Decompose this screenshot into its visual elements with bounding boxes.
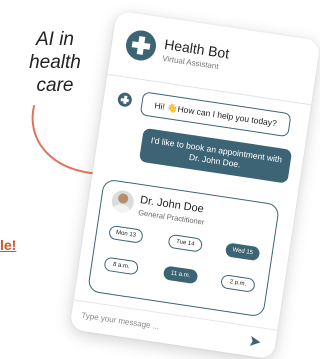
time-chip-2pm[interactable]: 2 p.m.: [220, 273, 256, 293]
cropped-link-text[interactable]: le!: [0, 237, 16, 253]
date-chip-mon-13[interactable]: Mon 13: [108, 224, 144, 244]
user-message: I'd like to book an appointment with Dr.…: [138, 127, 293, 184]
bot-avatar-icon: [116, 91, 133, 108]
send-arrow-icon[interactable]: [249, 335, 263, 349]
chat-header: Health Bot Virtual Assistant: [121, 26, 306, 102]
time-chip-8am[interactable]: 8 a.m.: [103, 256, 140, 276]
medical-cross-icon: [123, 28, 159, 63]
date-chip-wed-15[interactable]: Wed 15: [224, 242, 261, 262]
chat-window: Health Bot Virtual Assistant Hi! 👋How ca…: [69, 10, 320, 359]
caption-ai-in-health-care: AI in health care: [10, 28, 100, 97]
message-input[interactable]: Type your message ...: [81, 311, 160, 332]
caption-line: care: [36, 75, 74, 96]
caption-line: AI in: [35, 29, 75, 50]
doctor-avatar: [110, 188, 136, 215]
doctor-appointment-card: Dr. John Doe General Practitioner Mon 13…: [87, 178, 281, 318]
date-chip-tue-14[interactable]: Tue 14: [167, 233, 204, 253]
time-chip-11am[interactable]: 11 a.m.: [162, 265, 199, 285]
caption-line: health: [29, 52, 81, 73]
